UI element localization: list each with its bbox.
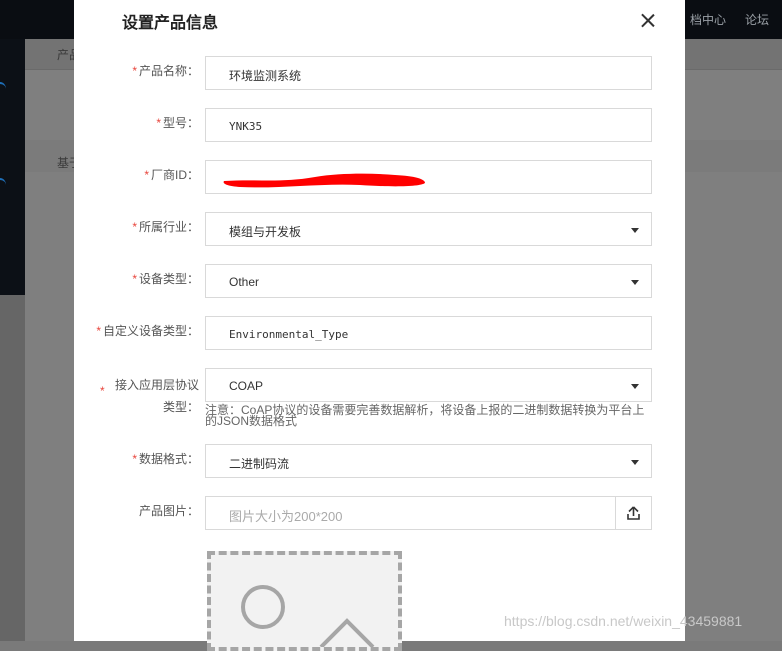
background-sidebar-lower xyxy=(0,295,25,641)
chevron-down-icon xyxy=(631,228,639,233)
upload-icon xyxy=(627,506,640,520)
protocol-select[interactable]: COAP xyxy=(205,368,652,402)
device-type-label: * 设备类型： xyxy=(132,272,199,286)
model-label: * 型号： xyxy=(156,116,199,130)
product-image-upload[interactable]: 图片大小为200*200 xyxy=(205,496,652,530)
model-input[interactable]: YNK35 xyxy=(205,108,652,142)
sidebar-arc-icon xyxy=(0,178,6,192)
close-icon[interactable] xyxy=(637,10,659,32)
protocol-note: 注意：CoAP协议的设备需要完善数据解析，将设备上报的二进制数据转换为平台上的J… xyxy=(205,403,645,428)
upload-button[interactable] xyxy=(615,497,651,529)
industry-select[interactable]: 模组与开发板 xyxy=(205,212,652,246)
image-placeholder-icon xyxy=(241,585,375,647)
vendor-id-label: * 厂商ID： xyxy=(144,168,199,182)
bg-nav-forum: 论坛 xyxy=(745,13,770,27)
device-type-select[interactable]: Other xyxy=(205,264,652,298)
chevron-down-icon xyxy=(631,460,639,465)
background-sidebar xyxy=(0,39,25,295)
product-settings-dialog: 设置产品信息 * 产品名称： 环境监测系统 * 型号： YNK35 * 厂商ID： *… xyxy=(74,0,685,651)
chevron-down-icon xyxy=(631,384,639,389)
product-name-input[interactable]: 环境监测系统 xyxy=(205,56,652,90)
custom-device-type-label: * 自定义设备类型： xyxy=(96,324,199,338)
protocol-label: 接入应用层协议 类型： xyxy=(114,378,199,414)
protocol-required-mark: * xyxy=(100,384,105,398)
chevron-down-icon xyxy=(631,280,639,285)
data-format-select[interactable]: 二进制码流 xyxy=(205,444,652,478)
data-format-label: * 数据格式： xyxy=(132,452,199,466)
industry-label: * 所属行业： xyxy=(132,220,199,234)
custom-device-type-input[interactable]: Environmental_Type xyxy=(205,316,652,350)
watermark-url: https://blog.csdn.net/weixin_43459881 xyxy=(504,613,743,629)
sidebar-arc-icon xyxy=(0,82,6,96)
product-image-label: 产品图片： xyxy=(138,504,199,518)
vendor-id-input[interactable] xyxy=(205,160,652,194)
bg-nav-doc-center: 档中心 xyxy=(690,13,727,27)
image-preview-placeholder xyxy=(207,551,402,651)
product-image-placeholder: 图片大小为200*200 xyxy=(229,509,343,524)
dialog-title: 设置产品信息 xyxy=(122,15,219,32)
product-name-label: * 产品名称： xyxy=(132,64,199,78)
redaction-scribble xyxy=(223,173,425,188)
